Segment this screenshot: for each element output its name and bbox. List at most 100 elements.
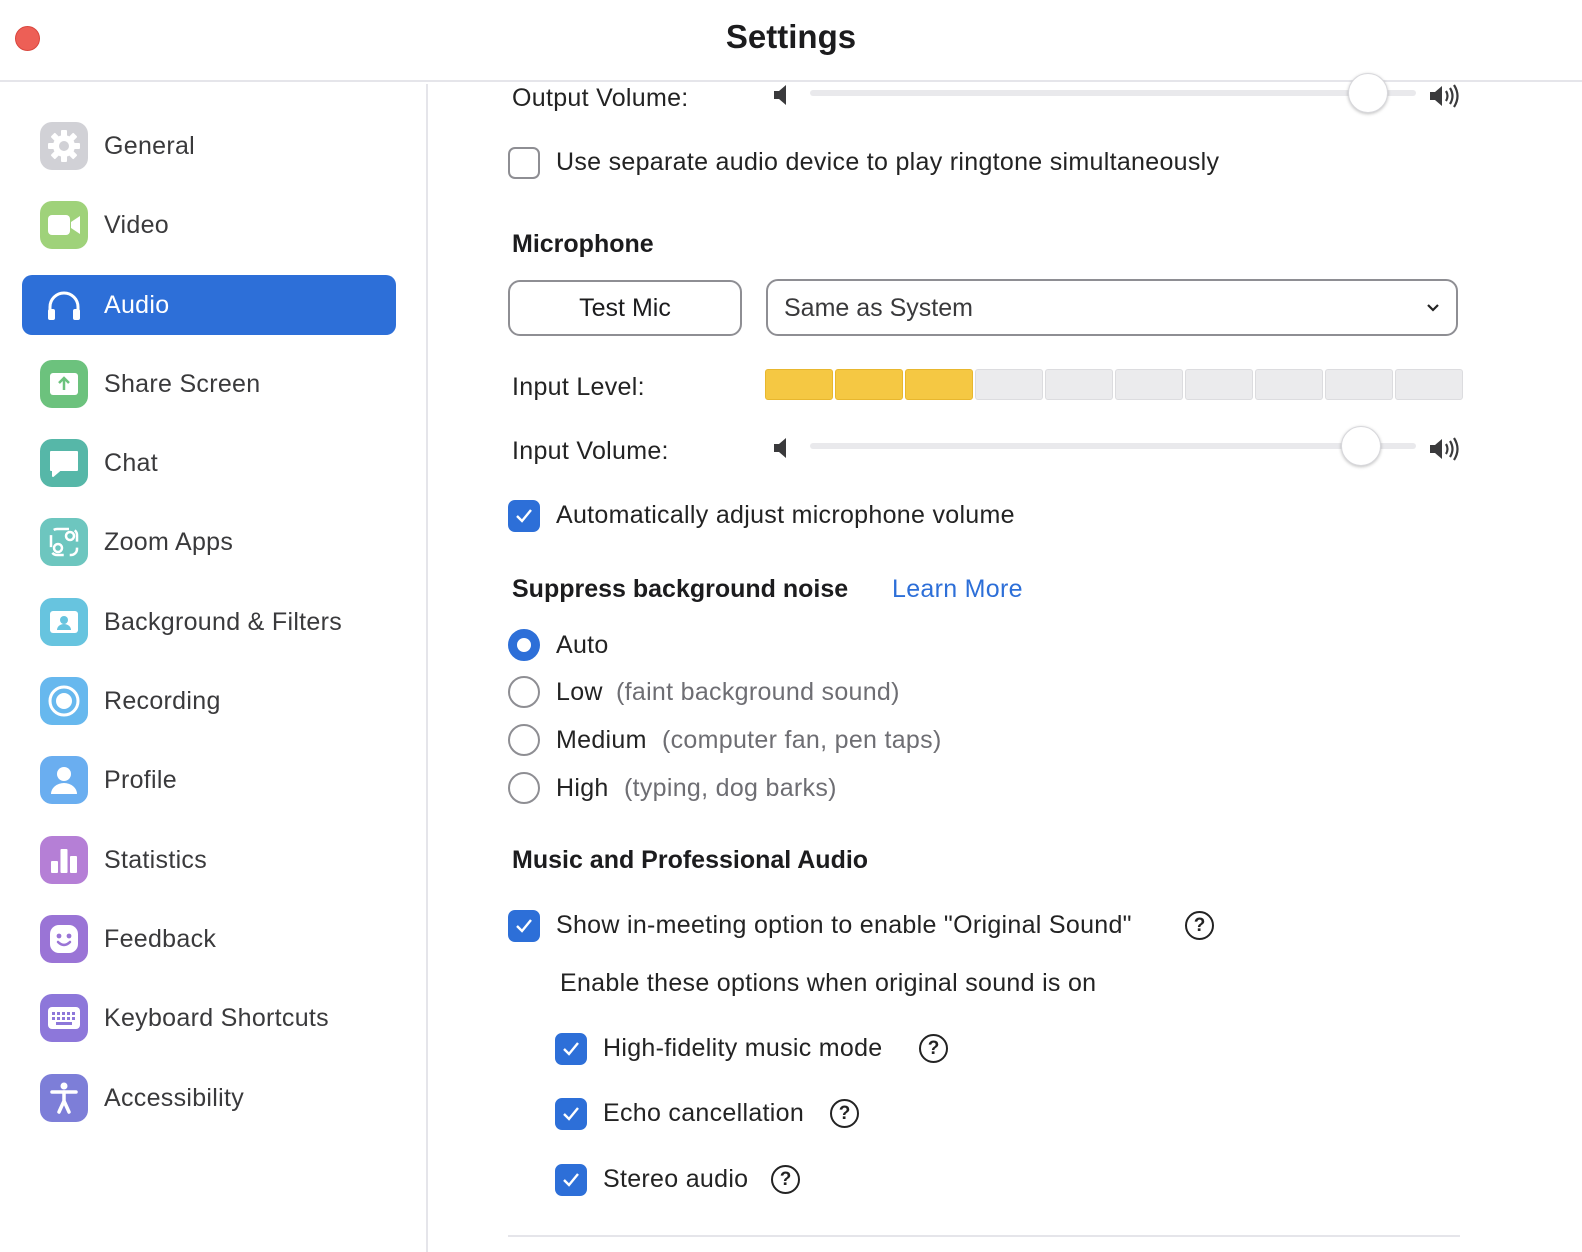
input-level-segment (765, 369, 833, 400)
high-fidelity-label: High-fidelity music mode (603, 1034, 883, 1062)
noise-high-radio[interactable] (508, 772, 540, 804)
learn-more-link[interactable]: Learn More (892, 575, 1023, 604)
help-icon[interactable]: ? (1185, 911, 1214, 940)
input-level-segment (1395, 369, 1463, 400)
noise-option-label: Low (556, 678, 603, 706)
video-camera-icon (40, 201, 88, 249)
background-icon (40, 598, 88, 646)
noise-option-hint: (faint background sound) (616, 678, 900, 706)
input-level-meter (765, 369, 1463, 400)
microphone-device-value: Same as System (784, 294, 973, 322)
input-level-segment (1045, 369, 1113, 400)
sidebar-item-label: General (104, 131, 196, 160)
sidebar-item-label: Audio (104, 290, 170, 319)
headphones-icon (40, 281, 88, 329)
help-icon[interactable]: ? (919, 1034, 948, 1063)
input-volume-label: Input Volume: (512, 437, 669, 465)
sidebar-item-label: Statistics (104, 845, 208, 874)
auto-adjust-mic-label: Automatically adjust microphone volume (556, 501, 1015, 529)
sidebar-item-keyboard-shortcuts[interactable]: Keyboard Shortcuts (22, 988, 396, 1048)
zoom-apps-icon (40, 518, 88, 566)
input-level-segment (1255, 369, 1323, 400)
auto-adjust-mic-checkbox[interactable] (508, 500, 540, 532)
output-volume-label: Output Volume: (512, 84, 689, 112)
sidebar-item-chat[interactable]: Chat (22, 433, 396, 493)
sidebar-item-label: Chat (104, 448, 159, 477)
microphone-heading: Microphone (512, 230, 654, 258)
original-sound-label: Show in-meeting option to enable "Origin… (556, 911, 1132, 939)
sidebar-item-label: Zoom Apps (104, 527, 234, 556)
input-volume-slider-thumb[interactable] (1341, 426, 1382, 466)
noise-option-hint: (typing, dog barks) (624, 774, 837, 802)
sidebar-item-label: Share Screen (104, 369, 261, 398)
echo-cancellation-label: Echo cancellation (603, 1099, 805, 1127)
sidebar-item-label: Video (104, 210, 169, 239)
smiley-icon (40, 915, 88, 963)
sidebar-item-label: Recording (104, 686, 221, 715)
share-screen-icon (40, 360, 88, 408)
sidebar-item-accessibility[interactable]: Accessibility (22, 1068, 396, 1128)
gear-icon (40, 122, 88, 170)
input-volume-slider[interactable] (810, 443, 1416, 449)
microphone-device-select[interactable]: Same as System (766, 279, 1458, 336)
noise-option-label: High (556, 774, 609, 802)
mic-volume-low-icon (772, 437, 792, 464)
input-level-segment (1185, 369, 1253, 400)
audio-settings-panel: Output Volume: Use separate audio device… (430, 73, 1582, 1252)
sidebar-item-label: Keyboard Shortcuts (104, 1003, 329, 1032)
bar-chart-icon (40, 836, 88, 884)
input-level-segment (1325, 369, 1393, 400)
noise-medium-radio[interactable] (508, 724, 540, 756)
sidebar-item-feedback[interactable]: Feedback (22, 909, 396, 969)
sidebar-item-video[interactable]: Video (22, 195, 396, 255)
echo-cancellation-checkbox[interactable] (555, 1098, 587, 1130)
speaker-loud-icon (1428, 84, 1462, 113)
high-fidelity-checkbox[interactable] (555, 1033, 587, 1065)
speaker-mute-icon (772, 84, 792, 111)
mic-volume-high-icon (1428, 437, 1462, 466)
separate-ringtone-checkbox[interactable] (508, 147, 540, 179)
original-sound-checkbox[interactable] (508, 910, 540, 942)
sidebar-item-share-screen[interactable]: Share Screen (22, 354, 396, 414)
input-level-segment (835, 369, 903, 400)
help-icon[interactable]: ? (830, 1099, 859, 1128)
noise-option-hint: (computer fan, pen taps) (662, 726, 942, 754)
test-mic-button[interactable]: Test Mic (508, 280, 742, 336)
keyboard-icon (40, 994, 88, 1042)
sidebar-item-profile[interactable]: Profile (22, 750, 396, 810)
sidebar-item-zoom-apps[interactable]: Zoom Apps (22, 512, 396, 572)
stereo-audio-label: Stereo audio (603, 1165, 749, 1193)
section-divider (508, 1235, 1460, 1237)
noise-suppression-heading: Suppress background noise (512, 575, 849, 603)
original-sound-subheading: Enable these options when original sound… (560, 969, 1097, 997)
help-icon[interactable]: ? (771, 1165, 800, 1194)
sidebar-item-label: Background & Filters (104, 607, 343, 636)
output-volume-slider[interactable] (810, 90, 1416, 96)
noise-option-label: Auto (556, 631, 609, 659)
accessibility-icon (40, 1074, 88, 1122)
sidebar-item-label: Feedback (104, 924, 217, 953)
sidebar-item-background-filters[interactable]: Background & Filters (22, 592, 396, 652)
sidebar-item-audio[interactable]: Audio (22, 275, 396, 335)
chevron-down-icon (1426, 300, 1440, 318)
stereo-audio-checkbox[interactable] (555, 1164, 587, 1196)
sidebar-item-statistics[interactable]: Statistics (22, 830, 396, 890)
sidebar-item-general[interactable]: General (22, 116, 396, 176)
music-audio-heading: Music and Professional Audio (512, 846, 869, 874)
input-level-segment (1115, 369, 1183, 400)
input-level-label: Input Level: (512, 373, 645, 401)
input-level-segment (905, 369, 973, 400)
chat-bubble-icon (40, 439, 88, 487)
window-title: Settings (725, 18, 857, 55)
noise-auto-radio[interactable] (508, 629, 540, 661)
record-icon (40, 677, 88, 725)
sidebar-item-recording[interactable]: Recording (22, 671, 396, 731)
noise-low-radio[interactable] (508, 676, 540, 708)
sidebar-item-label: Accessibility (104, 1083, 245, 1112)
settings-sidebar: General Video Audio Share Screen Chat Zo… (0, 84, 428, 1252)
sidebar-item-label: Profile (104, 765, 177, 794)
input-level-segment (975, 369, 1043, 400)
noise-option-label: Medium (556, 726, 647, 754)
output-volume-slider-thumb[interactable] (1347, 73, 1388, 113)
separate-ringtone-label: Use separate audio device to play ringto… (556, 148, 1220, 176)
